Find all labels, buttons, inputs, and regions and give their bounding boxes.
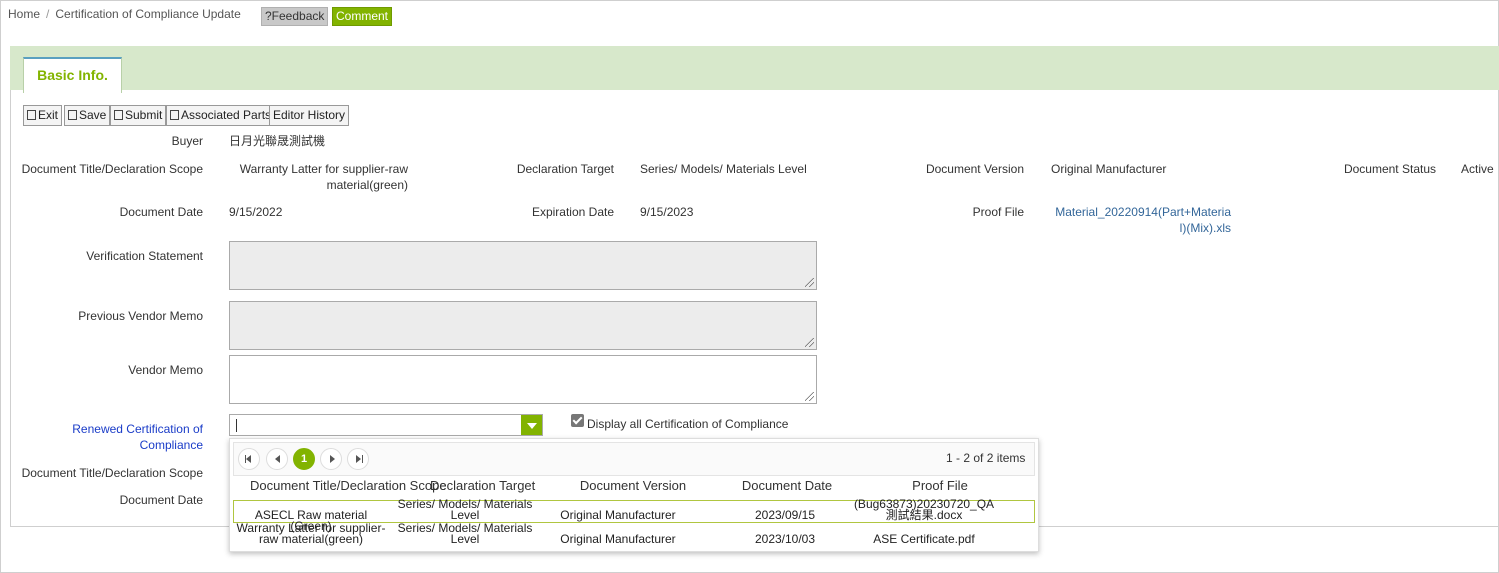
text-caret — [236, 419, 237, 432]
save-icon — [68, 110, 77, 120]
doc-date-value: 9/15/2022 — [229, 205, 283, 219]
table-cell: Original Manufacturer — [560, 508, 676, 522]
doc-status-value: Active — [1461, 162, 1494, 176]
vendor-memo-label: Vendor Memo — [128, 363, 203, 377]
pager-info: 1 - 2 of 2 items — [946, 451, 1026, 465]
resize-grip-icon[interactable] — [805, 338, 814, 347]
submit-button[interactable]: Submit — [110, 105, 167, 126]
doc-title-value: Warranty Latter for supplier-raw materia… — [239, 162, 408, 192]
buyer-value: 日月光聯晟測試機 — [229, 134, 326, 148]
breadcrumb-separator: / — [46, 7, 50, 21]
exit-button[interactable]: Exit — [23, 105, 63, 126]
renewed-label: Renewed Certification of Compliance — [72, 422, 203, 452]
exp-date-value: 9/15/2023 — [640, 205, 694, 219]
decl-target-label: Declaration Target — [516, 162, 614, 176]
doc-title-label-2: Document Title/Declaration Scope — [21, 466, 203, 480]
feedback-button[interactable]: ?Feedback — [261, 7, 329, 26]
verification-label: Verification Statement — [86, 249, 203, 263]
display-all-checkbox[interactable] — [571, 414, 584, 427]
submit-icon — [114, 110, 123, 120]
exit-icon — [27, 110, 36, 120]
breadcrumb: Home / Certification of Compliance Update — [8, 7, 241, 21]
proof-file-link[interactable]: Material_20220914(Part+Material)(Mix).xl… — [1051, 204, 1231, 236]
renewed-combobox[interactable] — [229, 414, 543, 436]
associated-parts-label: Associated Parts — [181, 108, 272, 122]
doc-date-label: Document Date — [119, 205, 203, 219]
doc-status-label: Document Status — [1343, 162, 1436, 176]
document-icon — [170, 110, 179, 120]
doc-version-label: Document Version — [925, 162, 1024, 176]
buyer-label: Buyer — [171, 134, 203, 148]
editor-history-button[interactable]: Editor History — [269, 105, 350, 126]
table-cell: Original Manufacturer — [560, 532, 676, 546]
vendor-memo-textarea[interactable] — [229, 355, 817, 404]
save-button[interactable]: Save — [64, 105, 111, 126]
doc-title-label: Document Title/Declaration Scope — [21, 162, 203, 176]
doc-version-value: Original Manufacturer — [1051, 162, 1167, 176]
resize-grip-icon[interactable] — [805, 278, 814, 287]
column-header: Proof File — [912, 478, 968, 493]
breadcrumb-current: Certification of Compliance Update — [55, 7, 241, 21]
doc-date-label-2: Document Date — [119, 493, 203, 507]
display-all-label: Display all Certification of Compliance — [587, 417, 789, 431]
table-cell: Series/ Models/ Materials Level — [397, 521, 533, 546]
tab-basic-info[interactable]: Basic Info. — [23, 57, 122, 93]
table-cell: ASE Certificate.pdf — [873, 532, 975, 546]
first-page-icon[interactable] — [238, 448, 260, 470]
resize-grip-icon[interactable] — [805, 392, 814, 401]
prev-memo-label: Previous Vendor Memo — [78, 309, 203, 323]
table-cell: (Bug63873)20230720_QA測試結果.docx — [853, 497, 995, 522]
save-label: Save — [79, 108, 107, 122]
tab-band — [10, 46, 1499, 90]
page-1-button[interactable]: 1 — [293, 448, 315, 470]
verification-textarea[interactable] — [229, 241, 817, 290]
comment-button[interactable]: Comment — [332, 7, 393, 26]
column-header: Document Title/Declaration Scope — [250, 478, 447, 493]
dropdown-arrow-icon[interactable] — [521, 415, 542, 435]
column-header: Document Version — [579, 478, 687, 493]
last-page-icon[interactable] — [347, 448, 369, 470]
submit-label: Submit — [125, 108, 163, 122]
table-cell: 2023/10/03 — [754, 532, 816, 546]
exp-date-label: Expiration Date — [531, 205, 614, 219]
table-cell: Warranty Latter for supplier-raw materia… — [236, 521, 386, 546]
prev-memo-textarea[interactable] — [229, 301, 817, 350]
breadcrumb-home[interactable]: Home — [8, 7, 40, 21]
column-header: Declaration Target — [430, 478, 536, 493]
table-cell: Series/ Models/ Materials Level — [397, 497, 533, 522]
exit-label: Exit — [38, 108, 59, 122]
associated-parts-button[interactable]: Associated Parts — [166, 105, 276, 126]
proof-file-label: Proof File — [972, 205, 1024, 219]
table-cell: 2023/09/15 — [754, 508, 816, 522]
decl-target-value: Series/ Models/ Materials Level — [640, 162, 807, 176]
prev-page-icon[interactable] — [266, 448, 288, 470]
next-page-icon[interactable] — [320, 448, 342, 470]
column-header: Document Date — [741, 478, 833, 493]
